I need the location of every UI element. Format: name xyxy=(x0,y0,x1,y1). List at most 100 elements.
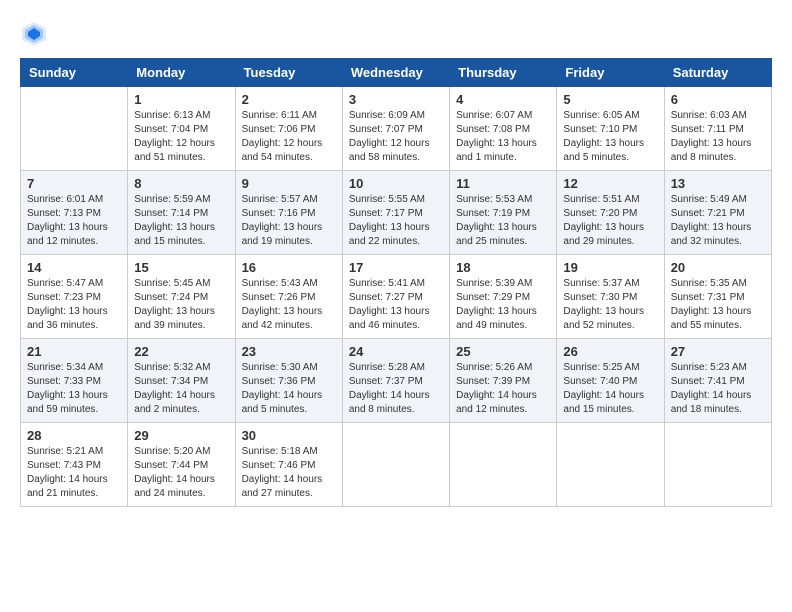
calendar-cell: 19 Sunrise: 5:37 AMSunset: 7:30 PMDayligh… xyxy=(557,255,664,339)
cell-date-number: 26 xyxy=(563,344,657,359)
calendar-cell: 12 Sunrise: 5:51 AMSunset: 7:20 PMDayligh… xyxy=(557,171,664,255)
weekday-header-thursday: Thursday xyxy=(450,59,557,87)
weekday-header-tuesday: Tuesday xyxy=(235,59,342,87)
calendar-cell xyxy=(21,87,128,171)
cell-sun-info: Sunrise: 6:13 AMSunset: 7:04 PMDaylight:… xyxy=(134,109,228,165)
calendar-cell: 5Sunrise: 6:05 AMSunset: 7:10 PMDaylight… xyxy=(557,87,664,171)
cell-date-number: 14 xyxy=(27,260,121,275)
cell-sun-info: Sunrise: 6:07 AMSunset: 7:08 PMDaylight:… xyxy=(456,109,550,165)
calendar-cell: 29Sunrise: 5:20 AMSunset: 7:44 PMDayligh… xyxy=(128,423,235,507)
cell-sun-info: Sunrise: 5:35 AMSunset: 7:31 PMDaylight:… xyxy=(671,277,765,333)
calendar-cell xyxy=(450,423,557,507)
cell-date-number: 1 xyxy=(134,92,228,107)
calendar-cell: 25 Sunrise: 5:26 AMSunset: 7:39 PMDayligh… xyxy=(450,339,557,423)
calendar-cell: 23 Sunrise: 5:30 AMSunset: 7:36 PMDayligh… xyxy=(235,339,342,423)
calendar-cell: 1 Sunrise: 6:13 AMSunset: 7:04 PMDaylight… xyxy=(128,87,235,171)
cell-date-number: 16 xyxy=(242,260,336,275)
calendar-cell: 30Sunrise: 5:18 AMSunset: 7:46 PMDayligh… xyxy=(235,423,342,507)
cell-date-number: 23 xyxy=(242,344,336,359)
cell-date-number: 21 xyxy=(27,344,121,359)
cell-date-number: 4 xyxy=(456,92,550,107)
cell-date-number: 13 xyxy=(671,176,765,191)
calendar-week-2: 7 Sunrise: 6:01 AMSunset: 7:13 PMDaylight… xyxy=(21,171,772,255)
cell-sun-info: Sunrise: 5:45 AMSunset: 7:24 PMDaylight:… xyxy=(134,277,228,333)
calendar-cell: 3 Sunrise: 6:09 AMSunset: 7:07 PMDaylight… xyxy=(342,87,449,171)
cell-sun-info: Sunrise: 5:26 AMSunset: 7:39 PMDaylight:… xyxy=(456,361,550,417)
cell-date-number: 3 xyxy=(349,92,443,107)
cell-sun-info: Sunrise: 5:20 AMSunset: 7:44 PMDaylight:… xyxy=(134,445,228,501)
cell-date-number: 11 xyxy=(456,176,550,191)
cell-date-number: 18 xyxy=(456,260,550,275)
cell-sun-info: Sunrise: 6:11 AMSunset: 7:06 PMDaylight:… xyxy=(242,109,336,165)
cell-sun-info: Sunrise: 5:30 AMSunset: 7:36 PMDaylight:… xyxy=(242,361,336,417)
calendar-cell: 28Sunrise: 5:21 AMSunset: 7:43 PMDayligh… xyxy=(21,423,128,507)
calendar-cell: 17 Sunrise: 5:41 AMSunset: 7:27 PMDayligh… xyxy=(342,255,449,339)
calendar-week-4: 21 Sunrise: 5:34 AMSunset: 7:33 PMDayligh… xyxy=(21,339,772,423)
page-header xyxy=(20,20,772,48)
cell-sun-info: Sunrise: 5:53 AMSunset: 7:19 PMDaylight:… xyxy=(456,193,550,249)
cell-sun-info: Sunrise: 5:55 AMSunset: 7:17 PMDaylight:… xyxy=(349,193,443,249)
cell-date-number: 7 xyxy=(27,176,121,191)
calendar-cell: 6 Sunrise: 6:03 AMSunset: 7:11 PMDaylight… xyxy=(664,87,771,171)
calendar-cell: 14 Sunrise: 5:47 AMSunset: 7:23 PMDayligh… xyxy=(21,255,128,339)
cell-date-number: 19 xyxy=(563,260,657,275)
calendar-cell: 18 Sunrise: 5:39 AMSunset: 7:29 PMDayligh… xyxy=(450,255,557,339)
cell-sun-info: Sunrise: 5:41 AMSunset: 7:27 PMDaylight:… xyxy=(349,277,443,333)
cell-date-number: 20 xyxy=(671,260,765,275)
cell-sun-info: Sunrise: 5:37 AMSunset: 7:30 PMDaylight:… xyxy=(563,277,657,333)
cell-date-number: 25 xyxy=(456,344,550,359)
cell-date-number: 10 xyxy=(349,176,443,191)
calendar-cell: 24 Sunrise: 5:28 AMSunset: 7:37 PMDayligh… xyxy=(342,339,449,423)
calendar-cell xyxy=(557,423,664,507)
cell-sun-info: Sunrise: 5:18 AMSunset: 7:46 PMDaylight:… xyxy=(242,445,336,501)
calendar-cell: 13 Sunrise: 5:49 AMSunset: 7:21 PMDayligh… xyxy=(664,171,771,255)
weekday-header-friday: Friday xyxy=(557,59,664,87)
cell-date-number: 12 xyxy=(563,176,657,191)
logo xyxy=(20,20,52,48)
weekday-header-monday: Monday xyxy=(128,59,235,87)
cell-date-number: 15 xyxy=(134,260,228,275)
calendar-cell: 27 Sunrise: 5:23 AMSunset: 7:41 PMDayligh… xyxy=(664,339,771,423)
cell-sun-info: Sunrise: 5:47 AMSunset: 7:23 PMDaylight:… xyxy=(27,277,121,333)
cell-sun-info: Sunrise: 5:21 AMSunset: 7:43 PMDaylight:… xyxy=(27,445,121,501)
cell-sun-info: Sunrise: 5:57 AMSunset: 7:16 PMDaylight:… xyxy=(242,193,336,249)
cell-date-number: 2 xyxy=(242,92,336,107)
calendar-cell: 2 Sunrise: 6:11 AMSunset: 7:06 PMDaylight… xyxy=(235,87,342,171)
cell-sun-info: Sunrise: 6:09 AMSunset: 7:07 PMDaylight:… xyxy=(349,109,443,165)
calendar-cell: 20 Sunrise: 5:35 AMSunset: 7:31 PMDayligh… xyxy=(664,255,771,339)
cell-date-number: 27 xyxy=(671,344,765,359)
calendar-cell: 11 Sunrise: 5:53 AMSunset: 7:19 PMDayligh… xyxy=(450,171,557,255)
calendar-cell: 9 Sunrise: 5:57 AMSunset: 7:16 PMDaylight… xyxy=(235,171,342,255)
cell-sun-info: Sunrise: 6:03 AMSunset: 7:11 PMDaylight:… xyxy=(671,109,765,165)
weekday-header-wednesday: Wednesday xyxy=(342,59,449,87)
cell-sun-info: Sunrise: 6:05 AMSunset: 7:10 PMDaylight:… xyxy=(563,109,657,165)
calendar-week-1: 1 Sunrise: 6:13 AMSunset: 7:04 PMDaylight… xyxy=(21,87,772,171)
calendar-cell: 26Sunrise: 5:25 AMSunset: 7:40 PMDayligh… xyxy=(557,339,664,423)
calendar-cell: 15 Sunrise: 5:45 AMSunset: 7:24 PMDayligh… xyxy=(128,255,235,339)
calendar-table: SundayMondayTuesdayWednesdayThursdayFrid… xyxy=(20,58,772,507)
calendar-week-5: 28Sunrise: 5:21 AMSunset: 7:43 PMDayligh… xyxy=(21,423,772,507)
cell-date-number: 9 xyxy=(242,176,336,191)
cell-date-number: 24 xyxy=(349,344,443,359)
calendar-cell xyxy=(342,423,449,507)
cell-sun-info: Sunrise: 5:23 AMSunset: 7:41 PMDaylight:… xyxy=(671,361,765,417)
cell-date-number: 6 xyxy=(671,92,765,107)
cell-date-number: 8 xyxy=(134,176,228,191)
calendar-cell: 21 Sunrise: 5:34 AMSunset: 7:33 PMDayligh… xyxy=(21,339,128,423)
cell-date-number: 17 xyxy=(349,260,443,275)
cell-sun-info: Sunrise: 5:28 AMSunset: 7:37 PMDaylight:… xyxy=(349,361,443,417)
calendar-cell xyxy=(664,423,771,507)
cell-sun-info: Sunrise: 5:34 AMSunset: 7:33 PMDaylight:… xyxy=(27,361,121,417)
calendar-cell: 22 Sunrise: 5:32 AMSunset: 7:34 PMDayligh… xyxy=(128,339,235,423)
calendar-cell: 10 Sunrise: 5:55 AMSunset: 7:17 PMDayligh… xyxy=(342,171,449,255)
cell-sun-info: Sunrise: 5:51 AMSunset: 7:20 PMDaylight:… xyxy=(563,193,657,249)
weekday-header-saturday: Saturday xyxy=(664,59,771,87)
calendar-cell: 4 Sunrise: 6:07 AMSunset: 7:08 PMDaylight… xyxy=(450,87,557,171)
calendar-header-row: SundayMondayTuesdayWednesdayThursdayFrid… xyxy=(21,59,772,87)
cell-sun-info: Sunrise: 6:01 AMSunset: 7:13 PMDaylight:… xyxy=(27,193,121,249)
cell-sun-info: Sunrise: 5:32 AMSunset: 7:34 PMDaylight:… xyxy=(134,361,228,417)
cell-sun-info: Sunrise: 5:39 AMSunset: 7:29 PMDaylight:… xyxy=(456,277,550,333)
cell-date-number: 22 xyxy=(134,344,228,359)
calendar-week-3: 14 Sunrise: 5:47 AMSunset: 7:23 PMDayligh… xyxy=(21,255,772,339)
cell-sun-info: Sunrise: 5:49 AMSunset: 7:21 PMDaylight:… xyxy=(671,193,765,249)
